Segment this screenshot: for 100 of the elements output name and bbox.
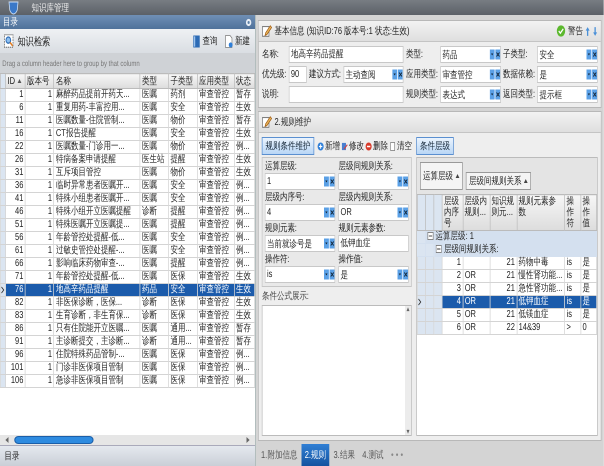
table-row[interactable]: 11 1 医嘱数量-住院管制... 医嘱 物价 审查管控 暂存	[0, 114, 255, 128]
formula-text-area[interactable]	[262, 305, 412, 436]
table-row[interactable]: 26 1 特病备案申请提醒 医生站 提醒 审查管控 生效	[0, 154, 255, 166]
collapse-icon[interactable]	[436, 245, 442, 254]
table-row[interactable]: 56 1 年龄管控处提醒-低... 医嘱 安全 审查管控 例...	[0, 232, 255, 244]
tab[interactable]: 4.测试	[359, 444, 387, 466]
column-header[interactable]: 层级内序号	[442, 194, 463, 230]
field-label: 层级内序号:	[264, 192, 306, 203]
tab[interactable]: 3.结果	[330, 444, 358, 466]
column-header[interactable]: 子类型	[168, 74, 198, 88]
dropdown[interactable]: 表达式	[440, 86, 501, 103]
table-row[interactable]: 6 OR 22 14&39 > 0	[417, 322, 597, 334]
table-cell: 1	[25, 128, 54, 140]
check-icon	[556, 25, 566, 37]
delete-button[interactable]: 删除	[365, 139, 388, 153]
dropdown[interactable]: 安全	[537, 46, 598, 63]
table-cell: is	[564, 270, 581, 282]
table-cell: 安全	[168, 244, 198, 258]
table-cell: 诊断	[140, 336, 169, 348]
table-row[interactable]: 83 1 生育诊断，非生育保... 诊断 医保 审查管控 生效	[0, 310, 255, 322]
table-row[interactable]: 91 1 主诊断提交，主诊断... 诊断 通用... 审查管控 暂存	[0, 336, 255, 348]
table-row[interactable]: 6 1 重复用药-丰富控用... 医嘱 安全 审查管控 生效	[0, 102, 255, 114]
column-header[interactable]: 操作值	[580, 194, 597, 230]
table-cell: 特殊医嘱开立医嘱提...	[54, 218, 140, 232]
text-field[interactable]: 90	[288, 66, 307, 83]
clear-button[interactable]: 清空	[389, 139, 412, 153]
horizontal-scrollbar[interactable]	[0, 435, 255, 445]
table-cell: 例...	[234, 218, 255, 232]
collapse-icon[interactable]	[428, 232, 434, 240]
table-cell: 审查管控	[197, 166, 234, 180]
up-arrow-icon[interactable]	[585, 26, 590, 36]
table-row[interactable]: 5 OR 21 低镁血症 is 是	[417, 308, 597, 322]
group-row[interactable]: 运算层级: 1	[426, 230, 597, 244]
table-row[interactable]: 76 1 地高辛药品提醒 药品 安全 审查管控 生效	[0, 284, 255, 296]
down-arrow-icon[interactable]	[592, 26, 598, 36]
table-row[interactable]: 41 1 特殊小组患者医嘱开... 医嘱 安全 审查管控 例...	[0, 192, 255, 206]
dropdown[interactable]: 提示框	[537, 86, 598, 103]
dropdown-buttons-icon	[489, 88, 500, 101]
table-row[interactable]: 66 1 影响临床药物审查-... 医嘱 提醒 审查管控 例...	[0, 258, 255, 270]
column-header[interactable]: 名称	[54, 74, 140, 88]
text-field[interactable]	[288, 86, 404, 103]
group-chip[interactable]: 运算层级	[420, 162, 463, 190]
table-row[interactable]: 16 1 CT报告提醒 医嘱 安全 审查管控 生效	[0, 128, 255, 140]
table-row[interactable]: 2 OR 21 慢性肾功能... is 是	[417, 270, 597, 282]
table-cell: 审查管控	[197, 244, 234, 258]
table-row[interactable]: 106 1 急诊非医保项目管制 医嘱 医保 审查管控 例...	[0, 374, 255, 388]
table-cell: 药品	[140, 284, 169, 296]
new-button[interactable]: 新建	[222, 34, 252, 48]
table-row[interactable]: 86 1 只有住院能开立医嘱... 医嘱 通用... 审查管控 暂存	[0, 322, 255, 336]
table-row[interactable]: 1 21 药物中毒 is 是	[417, 256, 597, 270]
table-row[interactable]: 101 1 门诊非医保项目管制 医嘱 医保 审查管控 例...	[0, 362, 255, 374]
column-header[interactable]: 类型	[140, 74, 169, 88]
tab[interactable]: 1.附加信息	[258, 444, 300, 466]
dropdown[interactable]: OR	[338, 204, 409, 221]
dropdown[interactable]: 当前就诊号是	[264, 235, 336, 252]
dropdown[interactable]: 1	[264, 173, 336, 190]
table-cell: 审查管控	[197, 180, 234, 192]
column-header[interactable]: 版本号	[25, 74, 54, 88]
text-field[interactable]: 地高辛药品提醒	[288, 46, 404, 63]
table-row[interactable]: 31 1 互斥项目管控 医嘱 物价 审查管控 生效	[0, 166, 255, 180]
table-row[interactable]: 61 1 过敏史管控处提醒-... 医嘱 安全 审查管控 例...	[0, 244, 255, 258]
table-row[interactable]: 4 OR 21 低钾血症 is 是	[417, 296, 597, 308]
tab[interactable]: 条件层级	[416, 137, 454, 155]
text-field[interactable]: 低钾血症	[338, 235, 409, 252]
dropdown[interactable]: 主动查阅	[343, 66, 404, 83]
table-cell: 1	[25, 88, 54, 102]
column-header[interactable]: 操作符	[564, 194, 581, 230]
table-cell: 医嘱	[140, 244, 169, 258]
settings-icon[interactable]	[245, 18, 252, 26]
dropdown[interactable]: 审查管控	[440, 66, 501, 83]
column-header[interactable]: 状态	[234, 74, 255, 88]
dropdown[interactable]: 是	[537, 66, 598, 83]
table-row[interactable]: 82 1 非医保诊断，医保... 诊断 医保 审查管控 生效	[0, 296, 255, 310]
tab[interactable]: 规则条件维护	[262, 137, 314, 155]
query-button[interactable]: 查询	[190, 34, 220, 48]
table-row[interactable]: 22 1 医嘱数量-门诊用一... 医嘱 物价 审查管控 例...	[0, 140, 255, 154]
edit-button[interactable]: 修改	[341, 139, 364, 153]
table-row[interactable]: 46 1 特殊小组开立医嘱提醒 诊断 提醒 审查管控 例...	[0, 206, 255, 218]
table-row[interactable]: 36 1 临时异常患者医嘱开... 医嘱 安全 审查管控 例...	[0, 180, 255, 192]
dropdown[interactable]: 是	[338, 266, 409, 283]
column-header[interactable]: ID	[6, 74, 26, 88]
table-row[interactable]: 51 1 特殊医嘱开立医嘱提... 医嘱 提醒 审查管控 例...	[0, 218, 255, 232]
vertical-scrollbar[interactable]	[405, 306, 411, 435]
table-row[interactable]: 96 1 住院特殊药品管制-... 医嘱 医保 审查管控 例...	[0, 348, 255, 362]
dropdown[interactable]: 4	[264, 204, 336, 221]
dropdown[interactable]	[338, 173, 409, 190]
group-chip[interactable]: 层级间规则关系	[466, 172, 531, 190]
column-header[interactable]: 知识规则元...	[490, 194, 517, 230]
tab[interactable]: 2.规则	[302, 444, 330, 466]
section-title: 基本信息 (知识ID:76 版本号:1 状态:生效)	[274, 24, 410, 38]
table-row[interactable]: 1 1 麻醉药品提前开药天... 医嘱 药剂 审查管控 暂存	[0, 88, 255, 102]
table-cell: 通用...	[168, 336, 198, 348]
column-header[interactable]: 层级内规则...	[462, 194, 490, 230]
table-cell: 医保	[168, 310, 198, 322]
column-header[interactable]: 规则元素参数	[516, 194, 565, 230]
add-button[interactable]: 新增	[317, 139, 340, 153]
dropdown[interactable]: is	[264, 266, 336, 283]
dropdown[interactable]: 药品	[440, 46, 501, 63]
group-row[interactable]: 层级间规则关系:	[434, 244, 597, 256]
column-header[interactable]: 应用类型	[197, 74, 234, 88]
